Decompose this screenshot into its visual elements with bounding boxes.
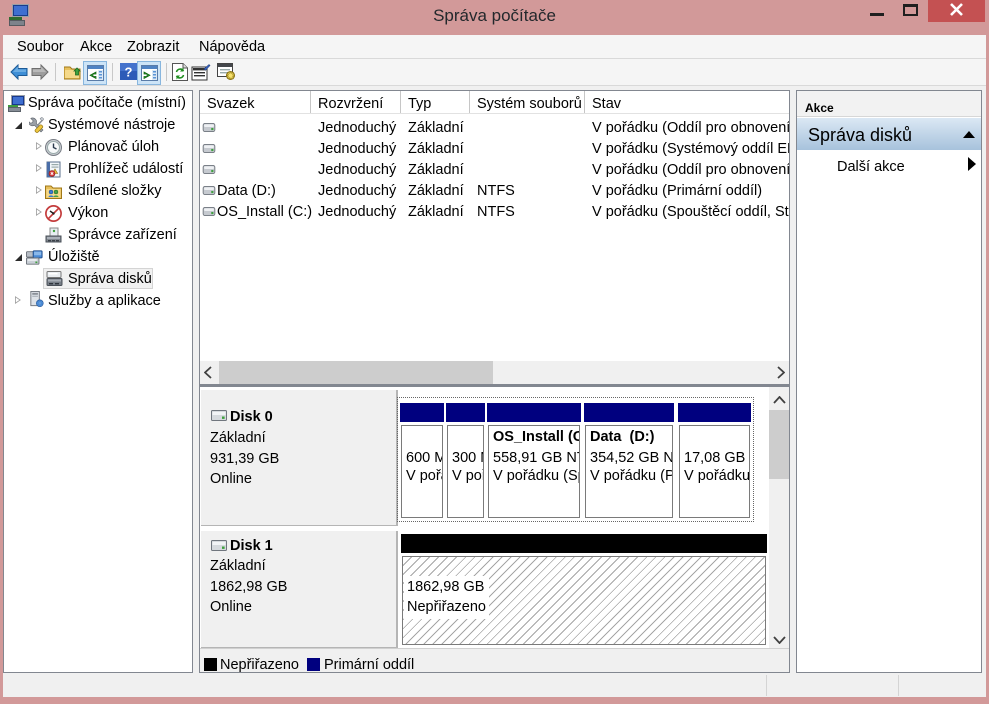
svg-text:?: ? xyxy=(125,65,133,80)
